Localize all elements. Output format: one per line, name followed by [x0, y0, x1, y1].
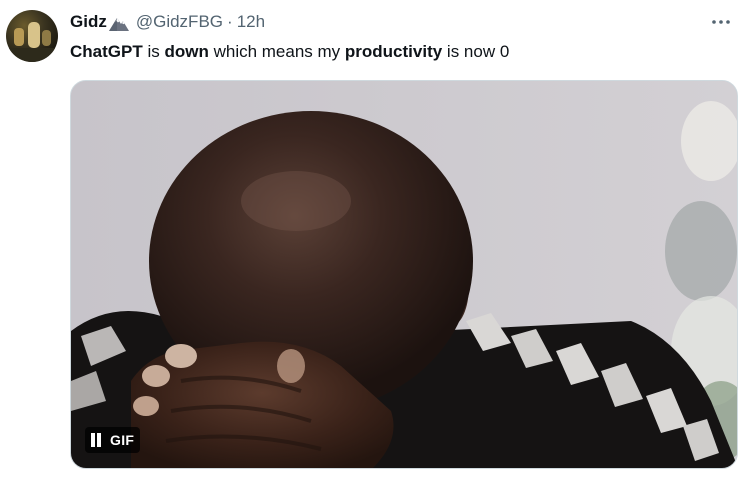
gif-media[interactable]: [70, 80, 738, 469]
text-down: down: [164, 42, 209, 61]
gif-label: GIF: [110, 432, 135, 448]
tweet[interactable]: Gidz @GidzFBG · 12h ChatGPT is down whic…: [0, 0, 750, 484]
tweet-text: ChatGPT is down which means my productiv…: [70, 41, 509, 63]
gif-badge[interactable]: GIF: [85, 427, 141, 453]
timestamp[interactable]: 12h: [237, 12, 265, 32]
text-segment: is now 0: [442, 42, 510, 61]
pause-icon[interactable]: [90, 433, 102, 447]
mountain-emoji-icon: [108, 14, 130, 32]
more-horizontal-icon[interactable]: [708, 12, 734, 32]
text-segment: is: [142, 42, 165, 61]
gif-frame-image: [71, 81, 737, 468]
display-name[interactable]: Gidz: [70, 12, 107, 32]
handle[interactable]: @GidzFBG: [136, 12, 223, 32]
text-chatgpt: ChatGPT: [70, 42, 143, 61]
text-segment: which means my: [208, 42, 345, 61]
avatar[interactable]: [6, 10, 58, 62]
text-productivity: productivity: [344, 42, 443, 61]
separator-dot: ·: [227, 12, 233, 31]
tweet-header: Gidz @GidzFBG · 12h: [70, 11, 265, 33]
